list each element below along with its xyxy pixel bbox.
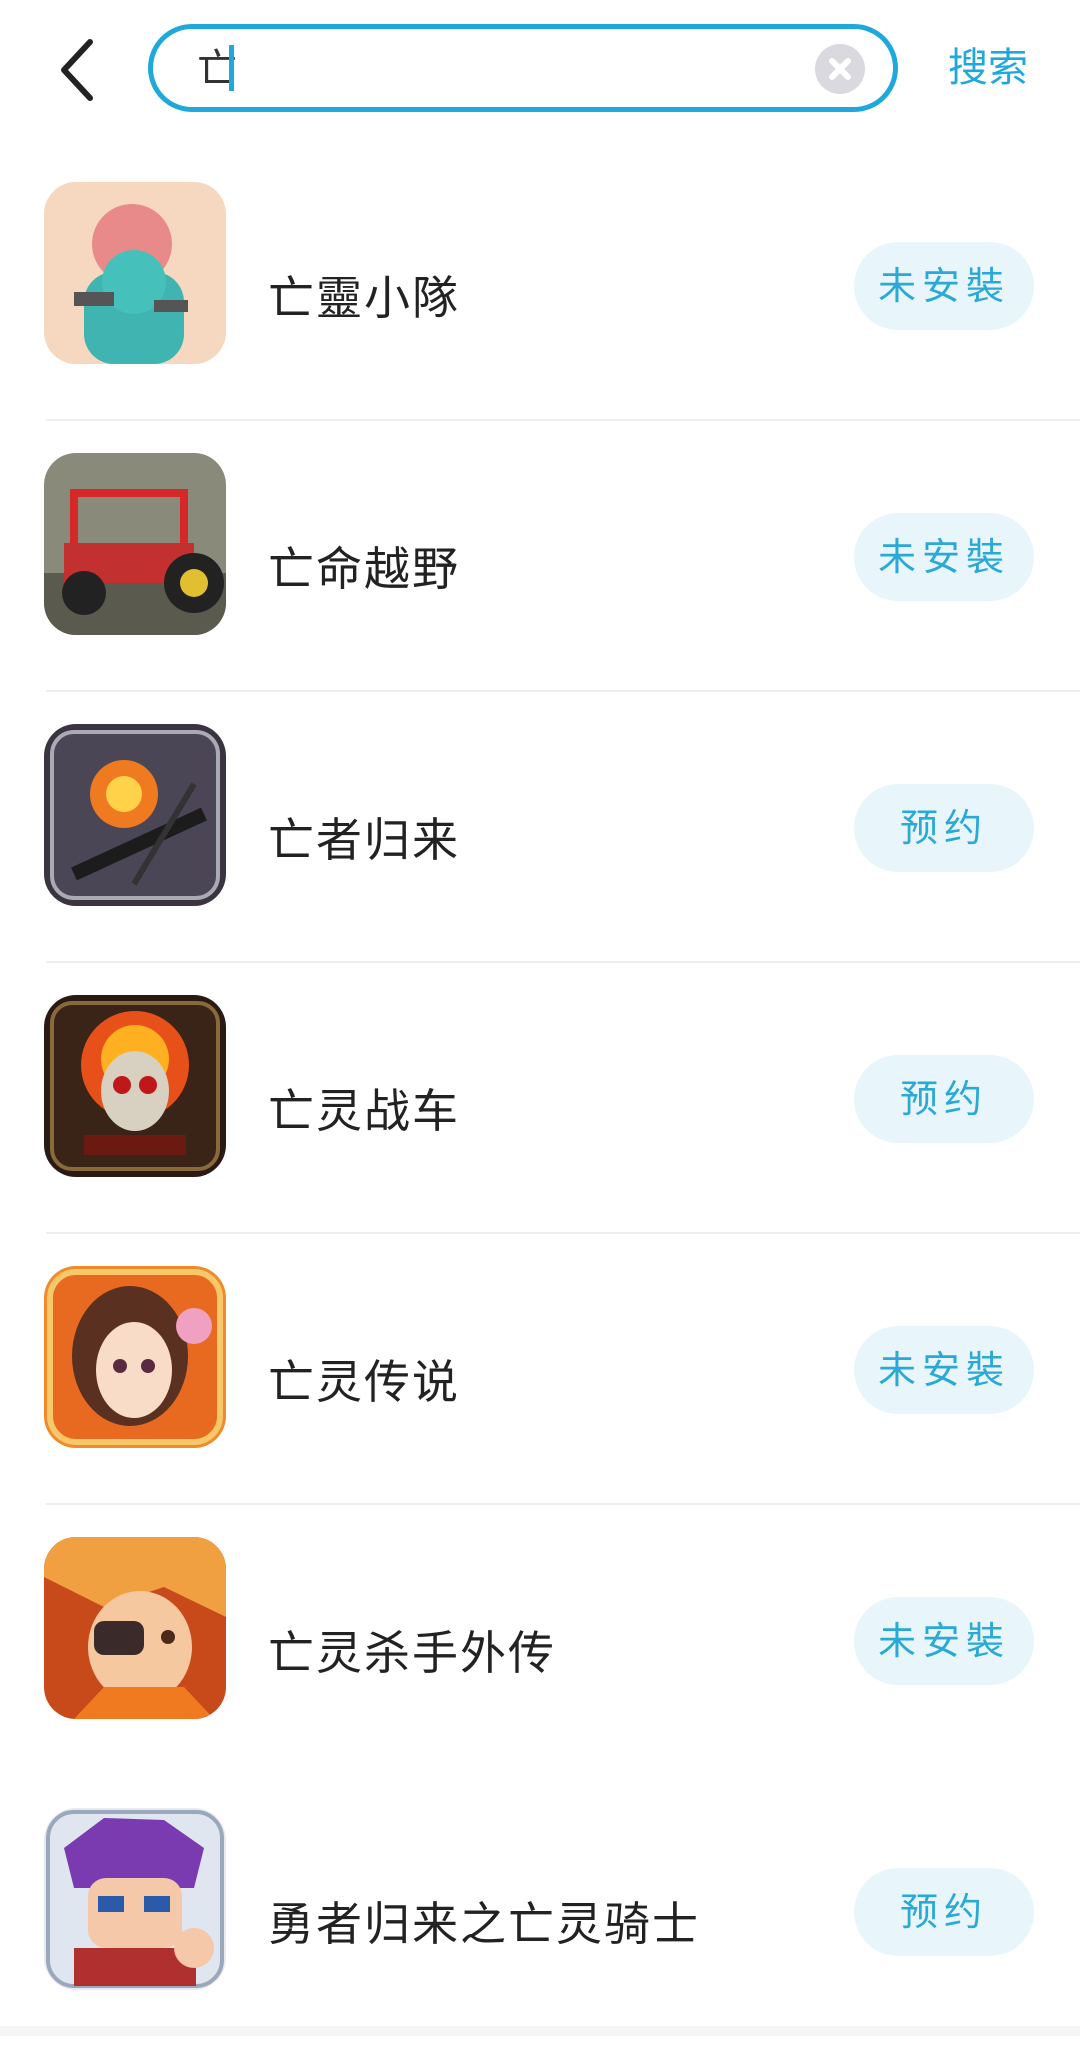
install-status-button[interactable]: 未安裝 bbox=[854, 513, 1034, 601]
app-icon bbox=[44, 453, 226, 635]
app-icon bbox=[44, 1808, 226, 1990]
back-button[interactable] bbox=[52, 30, 108, 110]
top-bar: 亡 搜索 bbox=[0, 0, 1080, 150]
app-name: 勇者归来之亡灵骑士 bbox=[268, 1897, 700, 1951]
list-item[interactable]: 亡者归来 预约 bbox=[0, 692, 1080, 963]
app-icon bbox=[44, 1266, 226, 1448]
clear-search-button[interactable] bbox=[815, 44, 865, 94]
app-name: 亡灵杀手外传 bbox=[268, 1626, 556, 1680]
app-name: 亡者归来 bbox=[268, 813, 460, 867]
chevron-left-icon bbox=[61, 39, 93, 101]
app-icon bbox=[44, 182, 226, 364]
install-status-button[interactable]: 未安裝 bbox=[854, 1597, 1034, 1685]
list-item[interactable]: 亡命越野 未安裝 bbox=[0, 421, 1080, 692]
app-name: 亡靈小隊 bbox=[268, 271, 460, 325]
reserve-button[interactable]: 预约 bbox=[854, 1868, 1034, 1956]
app-name: 亡灵战车 bbox=[268, 1084, 460, 1138]
app-name: 亡命越野 bbox=[268, 542, 460, 596]
list-item[interactable]: 亡灵战车 预约 bbox=[0, 963, 1080, 1234]
close-icon bbox=[829, 58, 851, 80]
app-icon bbox=[44, 995, 226, 1177]
list-item[interactable]: 亡靈小隊 未安裝 bbox=[0, 150, 1080, 421]
list-item[interactable]: 亡灵传说 未安裝 bbox=[0, 1234, 1080, 1505]
text-cursor bbox=[229, 45, 234, 91]
list-item[interactable]: 勇者归来之亡灵骑士 预约 bbox=[0, 1776, 1080, 2047]
bottom-edge bbox=[0, 2026, 1080, 2036]
app-icon bbox=[44, 1537, 226, 1719]
search-input[interactable]: 亡 bbox=[148, 24, 898, 112]
search-button[interactable]: 搜索 bbox=[948, 44, 1028, 92]
install-status-button[interactable]: 未安裝 bbox=[854, 242, 1034, 330]
list-item[interactable]: 亡灵杀手外传 未安裝 bbox=[0, 1505, 1080, 1776]
install-status-button[interactable]: 未安裝 bbox=[854, 1326, 1034, 1414]
reserve-button[interactable]: 预约 bbox=[854, 784, 1034, 872]
reserve-button[interactable]: 预约 bbox=[854, 1055, 1034, 1143]
app-name: 亡灵传说 bbox=[268, 1355, 460, 1409]
app-icon bbox=[44, 724, 226, 906]
